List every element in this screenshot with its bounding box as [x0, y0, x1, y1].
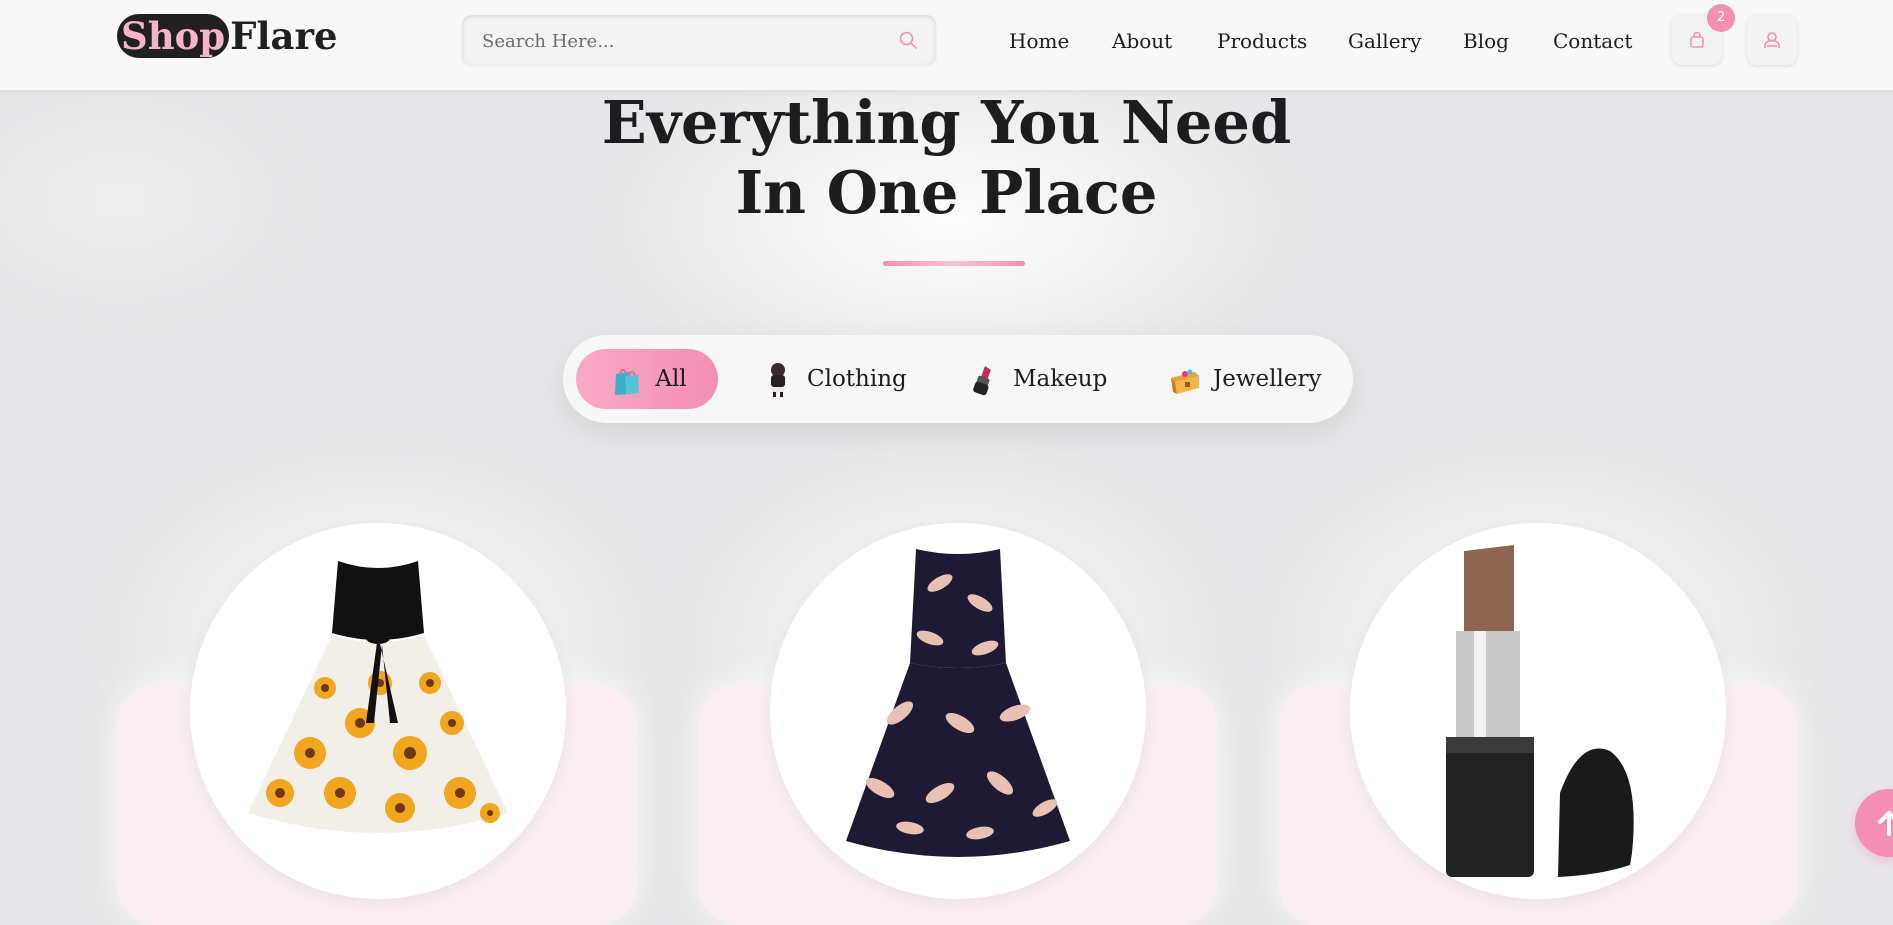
filter-jewellery-label: Jewellery	[1213, 366, 1322, 392]
site-header: Shop Flare Home About Products Gallery B…	[0, 0, 1893, 90]
hero-title: Everything You Need In One Place	[0, 88, 1893, 228]
shopping-bags-icon	[615, 368, 640, 395]
arrow-up-icon	[1878, 811, 1893, 836]
brand-logo-flare: Flare	[230, 14, 338, 58]
nav-about[interactable]: About	[1112, 29, 1172, 53]
shopping-bag-icon	[1690, 31, 1704, 48]
cart-count-badge: 2	[1707, 4, 1735, 32]
nav-blog[interactable]: Blog	[1463, 29, 1509, 53]
brand-logo-shop: Shop	[117, 14, 230, 58]
product-image-1[interactable]	[190, 523, 566, 899]
filter-jewellery[interactable]: Jewellery	[1165, 349, 1335, 409]
filter-clothing[interactable]: Clothing	[759, 349, 909, 409]
search-input[interactable]	[480, 15, 884, 67]
product-image-2[interactable]	[770, 523, 1146, 899]
nav-gallery[interactable]: Gallery	[1348, 29, 1421, 53]
filter-clothing-label: Clothing	[807, 366, 907, 392]
user-icon	[1764, 32, 1780, 48]
brand-logo[interactable]: Shop Flare	[117, 12, 338, 60]
sunflower-dress-image	[248, 561, 508, 833]
treasure-chest-icon	[1171, 369, 1199, 394]
nav-contact[interactable]: Contact	[1553, 29, 1632, 53]
nav-home[interactable]: Home	[1009, 29, 1069, 53]
search-box	[462, 15, 936, 67]
filter-all[interactable]: All	[576, 349, 718, 409]
user-button[interactable]	[1747, 15, 1797, 65]
title-underline	[883, 261, 1025, 266]
hero-title-line2: In One Place	[735, 158, 1158, 227]
hero-title-line1: Everything You Need	[601, 88, 1292, 157]
filter-all-label: All	[655, 366, 687, 392]
filter-makeup[interactable]: Makeup	[965, 349, 1115, 409]
filter-makeup-label: Makeup	[1013, 366, 1108, 392]
search-icon[interactable]	[898, 30, 918, 50]
nav-products[interactable]: Products	[1217, 29, 1307, 53]
clothing-icon	[771, 363, 785, 397]
lipstick-icon	[973, 366, 991, 396]
category-filter-bar: All Clothing Makeup Jewellery	[563, 335, 1353, 423]
product-image-3[interactable]	[1350, 523, 1726, 899]
floral-dress-image	[846, 549, 1070, 857]
lipstick-image	[1446, 545, 1634, 877]
